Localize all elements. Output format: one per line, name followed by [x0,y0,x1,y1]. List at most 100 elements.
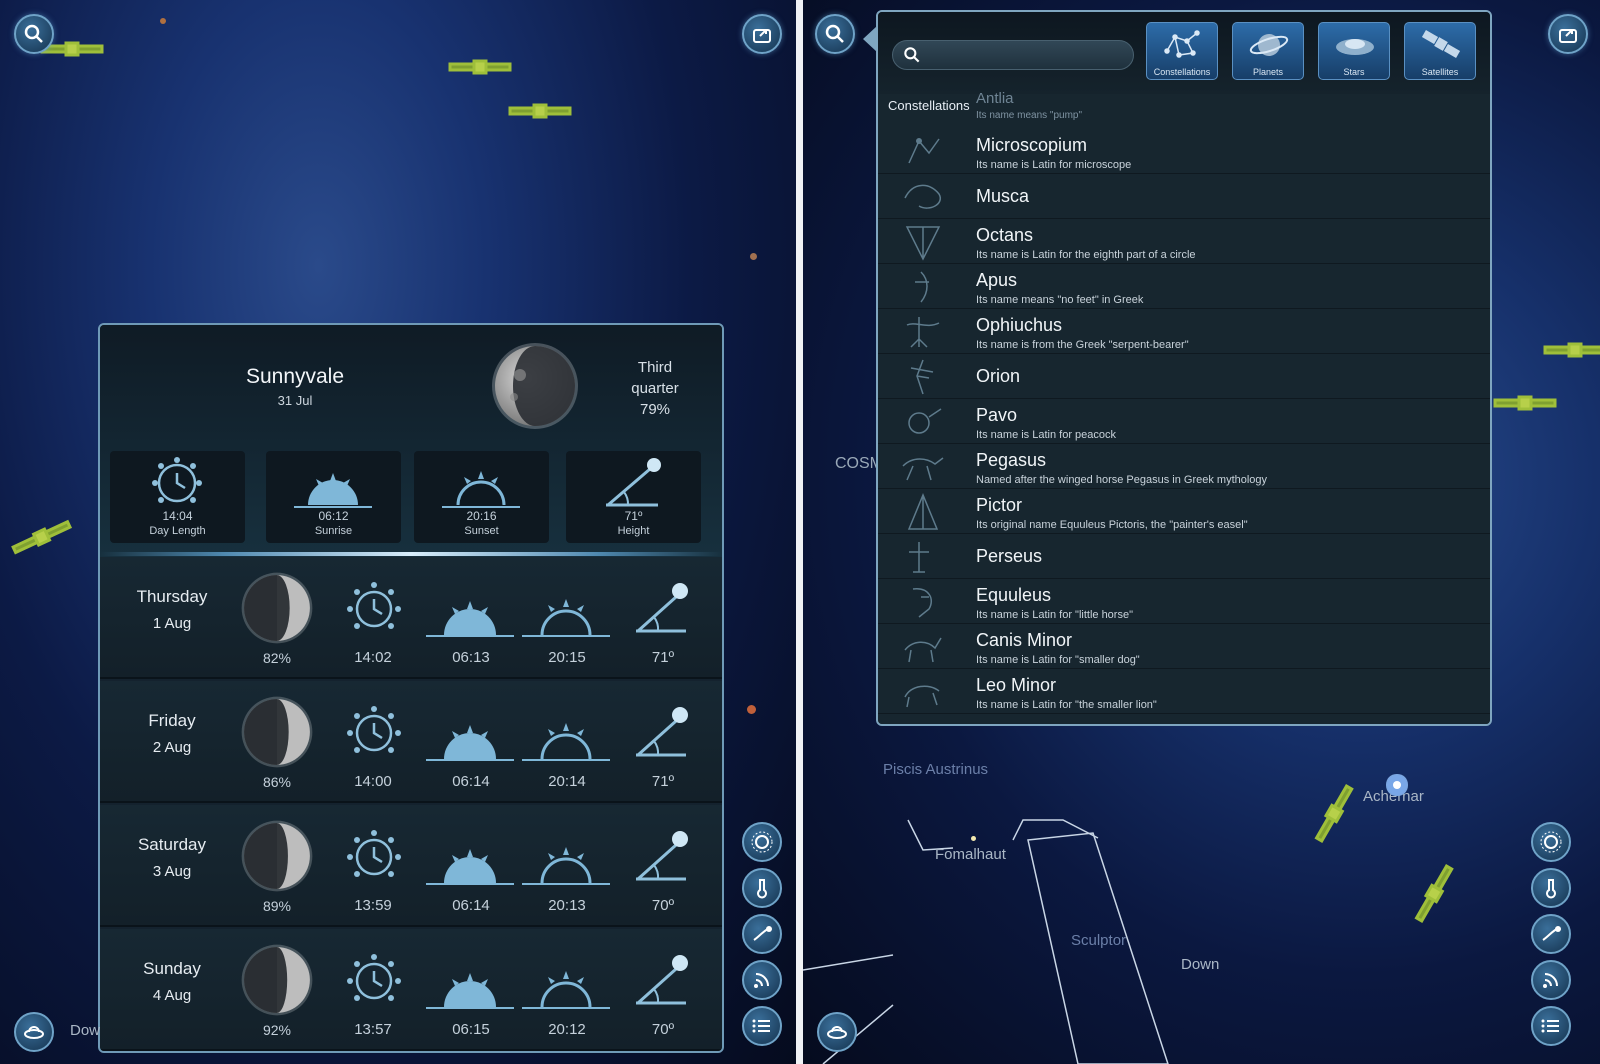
moon-phase-icon [241,696,313,768]
sunset-icon [518,703,614,768]
constellation-thumbnail-icon [904,184,942,209]
sunset-icon [442,471,520,508]
menu-button[interactable] [1531,1006,1571,1046]
list-item[interactable]: Leo Minor Its name is Latin for "the smal… [878,669,1490,714]
forecast-row[interactable]: Sunday 4 Aug 92% 13:57 06:15 20:12 70º [100,929,722,1051]
constellation-thumbnail-icon [904,685,940,708]
stat-day-length: 14:04 Day Length [110,451,245,543]
sky-label-fomalhaut: Fomalhaut [935,846,1006,863]
signal-button[interactable] [1531,960,1571,1000]
forecast-row[interactable]: Saturday 3 Aug 89% 13:59 06:14 20:13 70º [100,805,722,927]
sun-button[interactable] [742,822,782,862]
thermometer-button[interactable] [1531,868,1571,908]
list-item[interactable]: Equuleus Its name is Latin for "little ho… [878,579,1490,624]
meteor-button[interactable] [1531,914,1571,954]
moon-phase-icon [241,572,313,644]
left-sky-view[interactable]: Sunnyvale 31 Jul Third quarter 79% 14:04… [0,0,796,1064]
sunset-label: Sunset [464,525,499,537]
height-value: 71º [651,649,675,666]
sun-clock-icon [346,705,402,766]
category-constellations-button[interactable]: Constellations [1146,22,1218,80]
moon-phase-icon [492,343,578,429]
list-item[interactable]: Orion [878,354,1490,399]
thermometer-button[interactable] [742,868,782,908]
day-length-value: 14:04 [162,509,193,523]
constellation-thumbnail-icon [905,226,941,261]
day-length-label: Day Length [149,525,206,537]
menu-button[interactable] [742,1006,782,1046]
search-icon [24,24,43,43]
list-icon [1541,1019,1559,1033]
telescope-button[interactable] [14,1012,54,1052]
constellation-thumbnail-icon [908,138,940,164]
forecast-date: 3 Aug [152,863,192,880]
day-length-value: 13:59 [354,897,392,914]
constellation-description: Its name is Latin for peacock [976,429,1117,441]
right-sky-view[interactable]: COSM Piscis Austrinus Fomalhaut Achernar… [803,0,1600,1064]
search-button[interactable] [14,14,54,54]
constellation-name: Equuleus [976,585,1052,605]
list-item[interactable]: Musca [878,174,1490,219]
forecast-date: 2 Aug [152,739,192,756]
meteor-button[interactable] [742,914,782,954]
forecast-row[interactable]: Thursday 1 Aug 82% 14:02 06:13 20:15 71º [100,557,722,679]
list-item[interactable]: Ophiuchus Its name is from the Greek "ser… [878,309,1490,354]
list-item[interactable]: Pictor Its original name Equuleus Pictori… [878,489,1490,534]
search-toolbar: Constellations Planets Stars Satellites [878,12,1490,94]
forecast-day: Thursday [136,587,208,606]
share-button[interactable] [1548,14,1588,54]
list-item[interactable]: Octans Its name is Latin for the eighth p… [878,219,1490,264]
satellite-icon [1543,342,1600,358]
sunset-value: 20:16 [466,509,497,523]
signal-button[interactable] [742,960,782,1000]
screen-divider [796,0,803,1064]
search-icon [825,24,844,43]
ufo-icon [24,1026,44,1039]
sun-angle-icon [632,825,692,890]
constellation-thumbnail-icon [902,457,944,481]
list-item[interactable]: Pegasus Named after the winged horse Pega… [878,444,1490,489]
constellation-description: Its name means "no feet" in Greek [976,294,1144,306]
list-item[interactable]: Pavo Its name is Latin for peacock [878,399,1490,444]
category-satellites-button[interactable]: Satellites [1404,22,1476,80]
moon-phase-icon [241,944,313,1016]
list-item[interactable]: Canis Minor Its name is Latin for "smalle… [878,624,1490,669]
constellation-name: Pavo [976,405,1018,425]
constellation-description: Its name is Latin for "smaller dog" [976,654,1140,666]
day-length-value: 13:57 [354,1021,392,1038]
moon-phase-label: Third quarter 79% [600,357,710,420]
constellation-thumbnail-icon [909,542,929,573]
day-length-value: 14:02 [354,649,392,666]
forecast-row[interactable]: Friday 2 Aug 86% 14:00 06:14 20:14 71º [100,681,722,803]
meteor-icon [753,926,772,941]
sun-clock-icon [346,829,402,890]
star-dot [747,705,756,714]
forecast-day: Friday [148,711,196,730]
list-item[interactable]: Vulpecula [878,714,1490,724]
phase-percent: 79% [639,401,671,418]
constellation-name: Pegasus [976,450,1047,470]
today-date: 31 Jul [277,393,313,408]
list-item[interactable]: Apus Its name means "no feet" in Greek [878,264,1490,309]
constellation-description: Its original name Equuleus Pictoris, the… [976,519,1248,531]
satellite-icon [1493,395,1557,411]
constellation-name: Pictor [976,495,1023,515]
constellation-name: Perseus [976,546,1043,566]
list-item[interactable]: Microscopium Its name is Latin for micros… [878,129,1490,174]
forecast-day: Saturday [137,835,207,854]
share-button[interactable] [742,14,782,54]
list-item[interactable]: Perseus [878,534,1490,579]
sun-clock-icon [346,581,402,642]
constellation-list[interactable]: Microscopium Its name is Latin for micros… [878,94,1490,724]
sun-button[interactable] [1531,822,1571,862]
search-input[interactable] [892,40,1134,70]
constellation-name: Canis Minor [976,630,1073,650]
satellite-icon [1421,30,1461,58]
telescope-button[interactable] [817,1012,857,1052]
category-planets-button[interactable]: Planets [1232,22,1304,80]
stat-sunset: 20:16 Sunset [414,451,549,543]
ufo-icon [827,1026,847,1039]
category-stars-button[interactable]: Stars [1318,22,1390,80]
constellation-thumbnail-icon [910,359,934,395]
search-button[interactable] [815,14,855,54]
